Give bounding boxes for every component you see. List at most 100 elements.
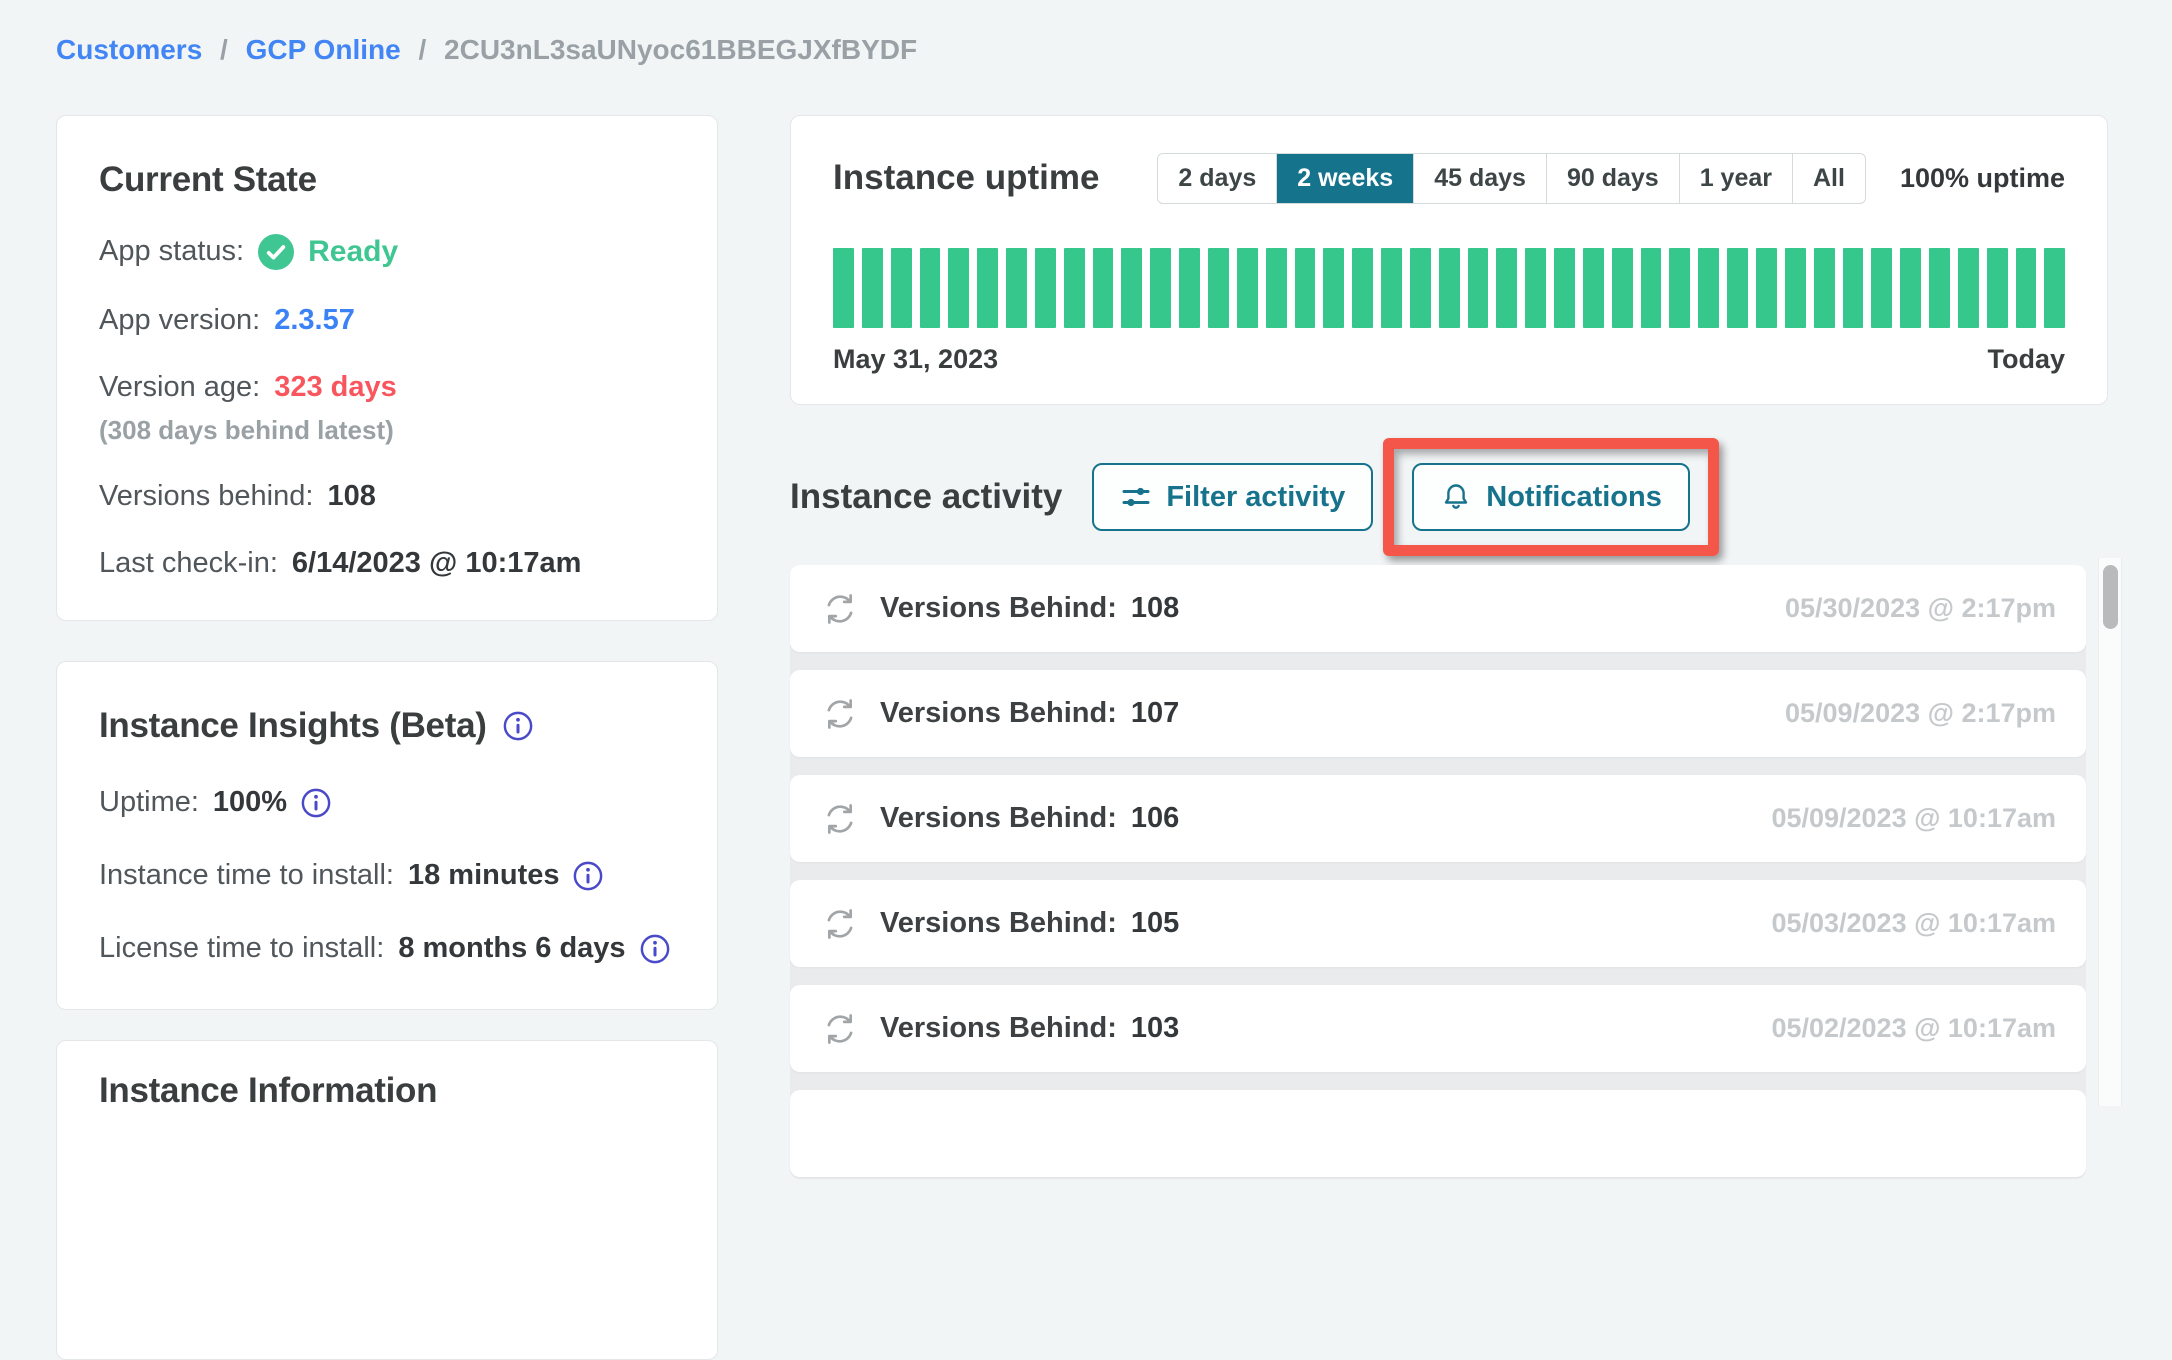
version-age-label: Version age: — [99, 371, 260, 404]
last-checkin-row: Last check-in: 6/14/2023 @ 10:17am — [99, 547, 675, 580]
activity-row-value: 108 — [1131, 592, 1179, 625]
app-version-value[interactable]: 2.3.57 — [274, 304, 355, 337]
uptime-bar[interactable] — [2044, 248, 2065, 328]
uptime-bar[interactable] — [1266, 248, 1287, 328]
uptime-bar[interactable] — [1295, 248, 1316, 328]
range-tab-45-days[interactable]: 45 days — [1413, 154, 1546, 203]
info-icon[interactable] — [301, 788, 331, 818]
uptime-bar[interactable] — [2016, 248, 2037, 328]
activity-row-timestamp: 05/09/2023 @ 10:17am — [1771, 803, 2056, 834]
app-version-label: App version: — [99, 304, 260, 337]
bell-icon — [1440, 481, 1472, 513]
uptime-bar[interactable] — [862, 248, 883, 328]
current-state-title: Current State — [99, 160, 675, 200]
uptime-bar[interactable] — [1756, 248, 1777, 328]
activity-row-timestamp: 05/30/2023 @ 2:17pm — [1785, 593, 2056, 624]
check-circle-icon — [258, 234, 294, 270]
activity-row-label: Versions Behind: — [880, 1012, 1117, 1045]
uptime-bar[interactable] — [1439, 248, 1460, 328]
activity-row-value: 106 — [1131, 802, 1179, 835]
instance-install-label: Instance time to install: — [99, 859, 394, 892]
uptime-bar[interactable] — [1121, 248, 1142, 328]
activity-row[interactable]: Versions Behind:10705/09/2023 @ 2:17pm — [790, 670, 2086, 757]
current-state-card: Current State App status: Ready App vers… — [56, 115, 718, 621]
range-tab-1-year[interactable]: 1 year — [1679, 154, 1792, 203]
activity-scrollbar-track[interactable] — [2098, 558, 2122, 1106]
license-install-label: License time to install: — [99, 932, 384, 965]
app-status-value: Ready — [308, 235, 398, 270]
activity-row-value: 103 — [1131, 1012, 1179, 1045]
uptime-bar[interactable] — [1583, 248, 1604, 328]
uptime-bar[interactable] — [1900, 248, 1921, 328]
uptime-bar[interactable] — [891, 248, 912, 328]
range-tab-2-days[interactable]: 2 days — [1158, 154, 1276, 203]
app-status-label: App status: — [99, 235, 244, 268]
versions-behind-row: Versions behind: 108 — [99, 480, 675, 513]
uptime-bar[interactable] — [1496, 248, 1517, 328]
activity-row[interactable]: Versions Behind:10505/03/2023 @ 10:17am — [790, 880, 2086, 967]
instance-uptime-card: Instance uptime 2 days2 weeks45 days90 d… — [790, 115, 2108, 405]
info-icon[interactable] — [573, 861, 603, 891]
uptime-bar[interactable] — [1237, 248, 1258, 328]
uptime-bar[interactable] — [1035, 248, 1056, 328]
info-icon[interactable] — [640, 934, 670, 964]
uptime-bar[interactable] — [1006, 248, 1027, 328]
uptime-bar[interactable] — [1323, 248, 1344, 328]
instance-activity-title: Instance activity — [790, 477, 1062, 517]
breadcrumb-current-instance-id: 2CU3nL3saUNyoc61BBEGJXfBYDF — [444, 34, 917, 65]
uptime-header: Instance uptime 2 days2 weeks45 days90 d… — [833, 148, 2065, 208]
instance-insights-title: Instance Insights (Beta) — [99, 706, 487, 746]
uptime-bar[interactable] — [1064, 248, 1085, 328]
activity-row[interactable]: Versions Behind:10805/30/2023 @ 2:17pm — [790, 565, 2086, 652]
uptime-bar[interactable] — [833, 248, 854, 328]
range-tab-90-days[interactable]: 90 days — [1546, 154, 1679, 203]
info-icon[interactable] — [503, 711, 533, 741]
breadcrumb-link-customers[interactable]: Customers — [56, 34, 202, 65]
uptime-bar[interactable] — [1612, 248, 1633, 328]
uptime-bar[interactable] — [1958, 248, 1979, 328]
notifications-button[interactable]: Notifications — [1412, 463, 1690, 531]
uptime-bar[interactable] — [1208, 248, 1229, 328]
uptime-bar[interactable] — [1093, 248, 1114, 328]
uptime-bar[interactable] — [1698, 248, 1719, 328]
app-status-row: App status: Ready — [99, 234, 675, 270]
activity-scrollbar-thumb[interactable] — [2103, 565, 2118, 629]
activity-row-timestamp: 05/03/2023 @ 10:17am — [1771, 908, 2056, 939]
instance-activity-list: Versions Behind: 108 05/30/2023 @ 2:17pm V… — [790, 565, 2086, 1179]
uptime-bar[interactable] — [1871, 248, 1892, 328]
breadcrumb-link-gcp-online[interactable]: GCP Online — [246, 34, 401, 65]
uptime-bar[interactable] — [1381, 248, 1402, 328]
uptime-bar[interactable] — [1669, 248, 1690, 328]
activity-row[interactable] — [790, 1090, 2086, 1177]
uptime-bar[interactable] — [1929, 248, 1950, 328]
app-version-row: App version: 2.3.57 — [99, 304, 675, 337]
sync-icon — [820, 694, 860, 734]
filter-activity-button[interactable]: Filter activity — [1092, 463, 1373, 531]
uptime-bar[interactable] — [1179, 248, 1200, 328]
uptime-bar[interactable] — [1727, 248, 1748, 328]
uptime-bar[interactable] — [948, 248, 969, 328]
range-tab-all[interactable]: All — [1792, 154, 1865, 203]
breadcrumb-separator: / — [220, 34, 228, 65]
uptime-bar[interactable] — [1641, 248, 1662, 328]
uptime-bar[interactable] — [1468, 248, 1489, 328]
range-tab-2-weeks[interactable]: 2 weeks — [1276, 154, 1413, 203]
uptime-bar[interactable] — [1785, 248, 1806, 328]
activity-row-value: 105 — [1131, 907, 1179, 940]
activity-row[interactable]: Versions Behind:10605/09/2023 @ 10:17am — [790, 775, 2086, 862]
uptime-bar[interactable] — [1987, 248, 2008, 328]
uptime-bar[interactable] — [1352, 248, 1373, 328]
annotation-highlight-box: Notifications — [1383, 438, 1719, 556]
version-age-value: 323 days — [274, 371, 397, 404]
uptime-bar[interactable] — [1525, 248, 1546, 328]
uptime-bar[interactable] — [1410, 248, 1431, 328]
uptime-bar[interactable] — [1843, 248, 1864, 328]
uptime-bar[interactable] — [1814, 248, 1835, 328]
uptime-bar[interactable] — [920, 248, 941, 328]
license-install-value: 8 months 6 days — [398, 932, 625, 965]
activity-row[interactable]: Versions Behind:10305/02/2023 @ 10:17am — [790, 985, 2086, 1072]
uptime-bar[interactable] — [977, 248, 998, 328]
right-column: Instance uptime 2 days2 weeks45 days90 d… — [790, 115, 2172, 1106]
uptime-bar[interactable] — [1150, 248, 1171, 328]
uptime-bar[interactable] — [1554, 248, 1575, 328]
